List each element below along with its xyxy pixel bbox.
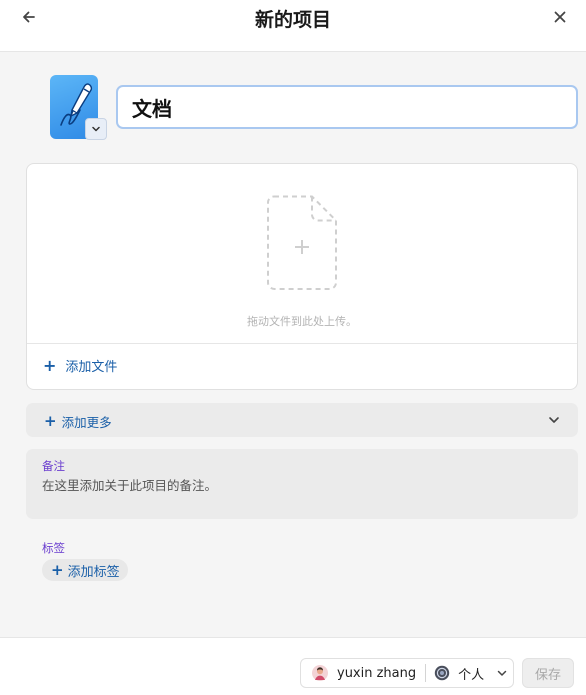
notes-field[interactable]: 备注 在这里添加关于此项目的备注。 <box>26 449 578 519</box>
close-button[interactable] <box>549 6 571 28</box>
add-tag-button[interactable]: + 添加标签 <box>42 559 128 581</box>
close-icon <box>554 11 566 23</box>
plus-icon: + <box>51 560 64 579</box>
page-title: 新的项目 <box>254 9 331 31</box>
drop-hint: 拖动文件到此处上传。 <box>247 315 357 328</box>
add-more-expander[interactable]: + 添加更多 <box>26 403 578 437</box>
chevron-down-icon <box>92 126 100 132</box>
dialog-footer: yuxin zhang 个人 保存 <box>0 637 586 695</box>
divider <box>27 343 577 344</box>
save-button[interactable]: 保存 <box>522 658 574 688</box>
plus-icon: + <box>43 356 57 375</box>
plus-icon: + <box>44 412 57 430</box>
add-file-button[interactable]: + 添加文件 <box>43 356 118 376</box>
divider <box>425 664 427 682</box>
personal-space-icon <box>434 665 450 681</box>
notes-placeholder: 在这里添加关于此项目的备注。 <box>42 478 218 493</box>
chevron-down-icon <box>549 417 559 423</box>
file-drop-zone[interactable]: 拖动文件到此处上传。 <box>27 164 577 344</box>
chevron-down-icon <box>496 667 508 679</box>
file-placeholder-icon <box>267 195 337 290</box>
add-tag-label: 添加标签 <box>67 564 120 580</box>
item-icon-picker[interactable] <box>50 75 107 140</box>
avatar <box>312 665 328 681</box>
add-more-label: 添加更多 <box>61 415 112 430</box>
notes-label: 备注 <box>42 459 65 473</box>
icon-dropdown-button[interactable] <box>85 118 107 140</box>
owner-name: yuxin zhang <box>337 665 417 681</box>
attachments-card: 拖动文件到此处上传。 + 添加文件 <box>26 163 578 390</box>
item-name-input[interactable] <box>116 85 578 129</box>
tags-label: 标签 <box>42 541 65 555</box>
add-file-label: 添加文件 <box>65 360 118 375</box>
dialog-header: 新的项目 <box>0 0 586 52</box>
owner-space-selector[interactable]: yuxin zhang 个人 <box>300 658 514 688</box>
space-name: 个人 <box>458 667 485 683</box>
